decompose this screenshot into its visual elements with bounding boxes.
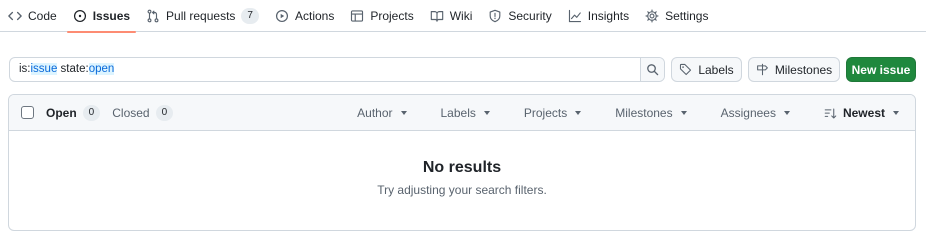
tab-code-label: Code [28, 9, 57, 23]
sort-desc-icon [824, 107, 837, 120]
tab-insights[interactable]: Insights [560, 0, 637, 32]
tab-security[interactable]: Security [480, 0, 559, 32]
labels-filter[interactable]: Labels [441, 106, 506, 120]
chevron-down-icon [783, 111, 790, 115]
issues-list: Open 0 Closed 0 Author Labels Projects M… [8, 94, 916, 231]
tab-projects-label: Projects [370, 9, 414, 23]
labels-filter-label: Labels [440, 106, 476, 120]
filter-bar: Author Labels Projects Milestones Assign… [339, 95, 915, 131]
milestones-button[interactable]: Milestones [748, 57, 840, 82]
closed-issues-link[interactable]: Closed 0 [112, 104, 174, 121]
tab-insights-label: Insights [587, 9, 630, 23]
gear-icon [645, 9, 659, 23]
search-button[interactable] [640, 58, 664, 81]
assignees-filter-label: Assignees [720, 106, 776, 120]
search-field[interactable]: is:issue state:open [9, 57, 665, 82]
code-icon [8, 9, 22, 23]
graph-icon [568, 9, 582, 23]
tab-issues-label: Issues [92, 9, 131, 23]
book-icon [430, 9, 444, 23]
select-all-checkbox[interactable] [21, 106, 34, 119]
tab-actions[interactable]: Actions [267, 0, 342, 32]
empty-state-hint: Try adjusting your search filters. [377, 183, 547, 197]
open-label: Open [46, 105, 77, 120]
empty-state: No results Try adjusting your search fil… [9, 131, 915, 197]
projects-filter[interactable]: Projects [524, 106, 597, 120]
closed-label: Closed [112, 105, 150, 120]
sort-dropdown[interactable]: Newest [824, 106, 915, 120]
author-filter-label: Author [357, 106, 393, 120]
projects-filter-label: Projects [523, 106, 568, 120]
tab-code[interactable]: Code [0, 0, 65, 32]
sort-label: Newest [842, 106, 885, 120]
chevron-down-icon [400, 111, 407, 115]
closed-count: 0 [155, 104, 174, 121]
open-count: 0 [82, 104, 101, 121]
open-issues-link[interactable]: Open 0 [46, 104, 101, 121]
git-pull-request-icon [146, 9, 160, 23]
repo-nav: Code Issues Pull requests 7 Actions Proj… [0, 0, 926, 33]
chevron-down-icon [893, 111, 899, 115]
issue-opened-icon [73, 9, 87, 23]
milestones-filter-label: Milestones [615, 106, 673, 120]
table-icon [350, 9, 364, 23]
tab-projects[interactable]: Projects [342, 0, 421, 32]
tab-issues[interactable]: Issues [65, 0, 138, 33]
tab-actions-label: Actions [294, 9, 335, 23]
search-query-part: is: [19, 63, 31, 75]
tab-settings[interactable]: Settings [637, 0, 716, 32]
play-icon [275, 9, 289, 23]
shield-icon [488, 9, 502, 23]
tab-pull-requests-label: Pull requests [166, 9, 236, 23]
tab-pull-requests[interactable]: Pull requests 7 [138, 0, 267, 32]
chevron-down-icon [483, 111, 490, 115]
tab-wiki[interactable]: Wiki [422, 0, 481, 32]
search-icon [646, 63, 659, 76]
issues-list-header: Open 0 Closed 0 Author Labels Projects M… [9, 95, 915, 131]
pull-requests-count: 7 [241, 8, 259, 24]
search-query-highlight: issue [30, 63, 58, 75]
tab-security-label: Security [508, 9, 552, 23]
empty-state-title: No results [422, 159, 502, 176]
milestones-filter[interactable]: Milestones [615, 106, 702, 120]
new-issue-button[interactable]: New issue [846, 57, 916, 82]
tab-settings-label: Settings [665, 9, 709, 23]
assignees-filter[interactable]: Assignees [721, 106, 806, 120]
chevron-down-icon [575, 111, 582, 115]
search-query-part: state: [57, 63, 89, 75]
search-query-highlight: open [88, 63, 115, 75]
search-input[interactable]: is:issue state:open [10, 58, 640, 81]
milestones-button-label: Milestones [774, 62, 833, 77]
tag-icon [679, 63, 692, 76]
author-filter[interactable]: Author [357, 106, 422, 120]
tab-wiki-label: Wiki [449, 9, 473, 23]
chevron-down-icon [680, 111, 687, 115]
milestone-icon [756, 63, 769, 76]
labels-button-label: Labels [698, 62, 734, 77]
labels-button[interactable]: Labels [671, 57, 742, 82]
